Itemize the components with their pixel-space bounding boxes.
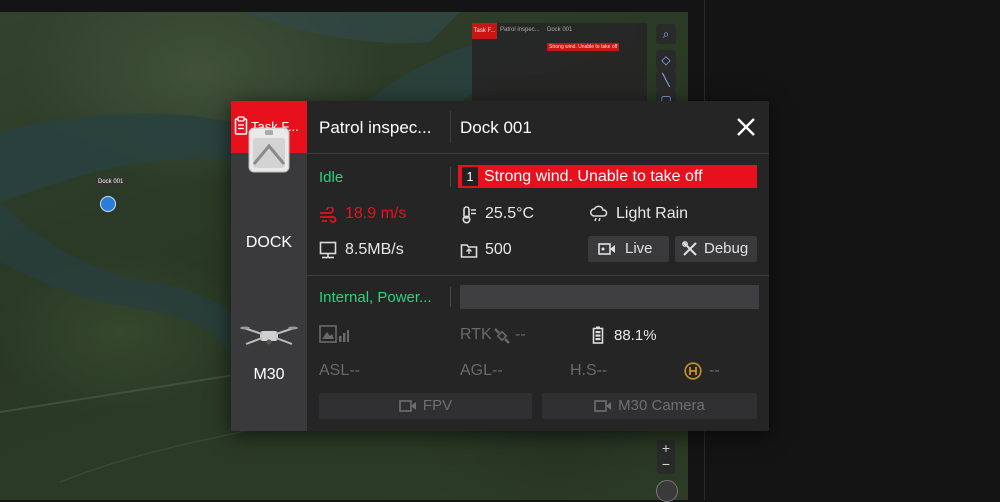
storage-value: 500 [485,241,512,258]
status-divider [450,167,451,187]
dock-status: Idle [319,169,344,186]
status-divider [450,287,451,307]
point-tool-icon[interactable]: ◇ [656,50,676,70]
fpv-label: FPV [422,397,453,414]
background-panel: Task F... Patrol inspec... Dock 001 Stro… [472,23,647,103]
weather: Light Rain [616,205,689,222]
alert-count: 1 [462,167,478,186]
dock-device-icon [248,127,290,173]
background-dock-title: Dock 001 [547,27,573,33]
temperature: 25.5°C [485,205,535,222]
header-separator [307,153,769,154]
storage-icon [460,244,478,258]
alert-message: Strong wind. Unable to take off [484,168,703,185]
compass-icon[interactable] [656,480,678,502]
background-task-tab: Task F... [472,23,497,39]
home-distance: -- [709,362,720,379]
live-label: Live [625,240,653,257]
dock-name: DOCK [245,234,293,251]
debug-label: Debug [704,240,749,257]
drone-name: M30 [253,366,285,383]
network-icon [319,241,337,259]
header-divider [450,111,451,143]
image-signal-icon [319,325,349,343]
home-point-icon [684,362,702,380]
close-icon[interactable] [735,116,757,138]
video-icon [594,400,612,412]
zoom-control[interactable]: + − [657,440,675,474]
background-task-title: Patrol inspec... [500,27,540,33]
thermometer-icon [462,206,476,224]
drone-status: Internal, Power... [319,289,432,306]
horizontal-speed-readout: H.S-- [570,362,608,379]
background-alert: Strong wind. Unable to take off [547,43,619,51]
live-button[interactable]: Live [588,236,669,262]
dock-marker-icon[interactable] [100,196,116,212]
rtk-value: -- [515,326,526,343]
drone-message-bar [460,285,759,309]
camera-label: M30 Camera [618,397,705,414]
cloud-rain-icon [590,205,608,222]
fpv-button[interactable]: FPV [319,393,532,419]
battery-icon [592,326,604,344]
tools-icon [682,241,697,256]
video-icon [399,400,416,412]
section-separator [307,275,769,276]
asl-readout: ASL-- [319,362,360,379]
drone-device-icon [240,326,298,345]
clipboard-icon [234,116,248,135]
device-sidebar: Task F... DOCK M30 [231,101,307,431]
battery-level: 88.1% [614,327,657,344]
task-title[interactable]: Patrol inspec... [319,118,431,138]
network-rate: 8.5MB/s [345,241,404,258]
camera-button[interactable]: M30 Camera [542,393,757,419]
dock-title[interactable]: Dock 001 [460,118,532,138]
satellite-icon [494,328,510,344]
agl-readout: AGL-- [460,362,503,379]
debug-button[interactable]: Debug [675,236,757,262]
rtk-label: RTK [460,326,492,343]
device-popup: Task F... DOCK M30 Patrol inspec... Dock… [231,101,769,431]
map-marker-label: Dock 001 [95,178,127,186]
wind-speed: 18.9 m/s [345,205,407,222]
alert-banner[interactable]: 1 Strong wind. Unable to take off [458,165,757,188]
video-icon [598,243,615,255]
wind-icon [320,207,337,223]
line-tool-icon[interactable]: ╲ [656,70,676,90]
search-icon[interactable]: ⌕ [656,24,676,44]
